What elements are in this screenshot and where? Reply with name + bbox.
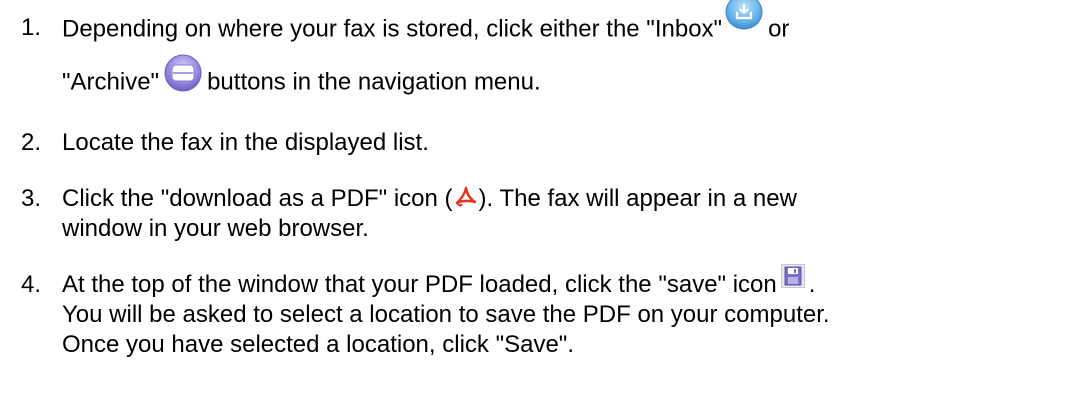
- save-icon: [780, 263, 805, 288]
- step-number: 3.: [21, 185, 42, 212]
- step-text: "Archive": [62, 68, 160, 96]
- step-4-line-1: At the top of the window that your PDF l…: [62, 263, 816, 300]
- step-text: buttons in the navigation menu.: [207, 68, 541, 96]
- step-text: You will be asked to select a location t…: [62, 301, 830, 328]
- step-text: window in your web browser.: [62, 215, 369, 242]
- step-text: Click the "download as a PDF" icon (: [62, 185, 453, 212]
- step-1-line-1: Depending on where your fax is stored, c…: [62, 0, 790, 47]
- step-text: Depending on where your fax is stored, c…: [62, 15, 723, 43]
- step-3-line-2: window in your web browser.: [62, 214, 369, 244]
- step-4-line-2: You will be asked to select a location t…: [62, 300, 830, 330]
- step-text: ). The fax will appear in a new: [478, 185, 797, 212]
- step-number: 4.: [21, 271, 42, 298]
- step-text: Once you have selected a location, click…: [62, 331, 574, 358]
- step-number: 1.: [21, 14, 42, 41]
- step-4-line-3: Once you have selected a location, click…: [62, 330, 574, 360]
- step-text: .: [808, 271, 816, 298]
- step-text: At the top of the window that your PDF l…: [62, 271, 777, 298]
- inbox-icon: [724, 0, 764, 31]
- archive-icon: [163, 54, 203, 92]
- step-2-line-1: Locate the fax in the displayed list.: [62, 128, 429, 158]
- instructions-page: 1. Depending on where your fax is stored…: [0, 0, 1091, 394]
- step-text: or: [768, 15, 790, 43]
- pdf-icon: [455, 185, 477, 209]
- step-text: Locate the fax in the displayed list.: [62, 129, 429, 156]
- step-1-line-2: "Archive" buttons in the navigation menu…: [62, 54, 541, 102]
- step-3-line-1: Click the "download as a PDF" icon ( ). …: [62, 184, 797, 214]
- step-number: 2.: [21, 129, 42, 156]
